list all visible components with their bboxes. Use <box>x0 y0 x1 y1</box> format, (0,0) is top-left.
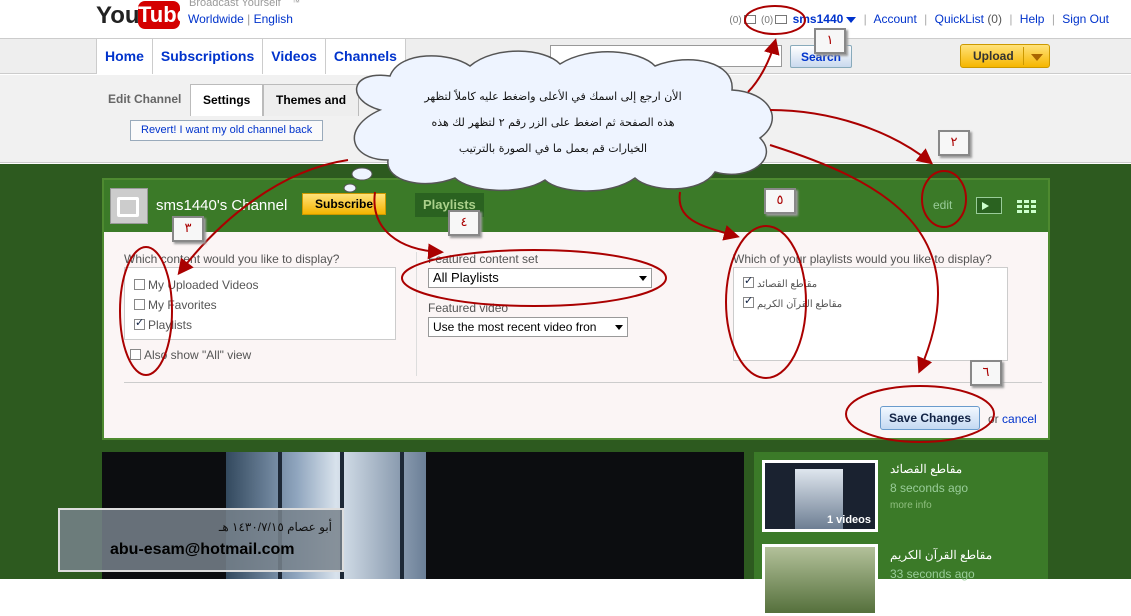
step-1-badge: ١ <box>814 28 846 54</box>
highlight-featured-set <box>401 249 667 307</box>
highlight-edit <box>921 170 967 228</box>
highlight-save <box>845 385 995 443</box>
step-5-badge: ٥ <box>764 188 796 214</box>
step-4-badge: ٤ <box>448 210 480 236</box>
step-6-badge: ٦ <box>970 360 1002 386</box>
highlight-username <box>744 5 806 35</box>
highlight-content-options <box>119 246 173 376</box>
step-2-badge: ٢ <box>938 130 970 156</box>
callout-text: الأن ارجع إلى اسمك في الأعلى واضغط عليه … <box>424 90 682 155</box>
step-3-badge: ٣ <box>172 216 204 242</box>
highlight-playlists <box>725 225 807 379</box>
